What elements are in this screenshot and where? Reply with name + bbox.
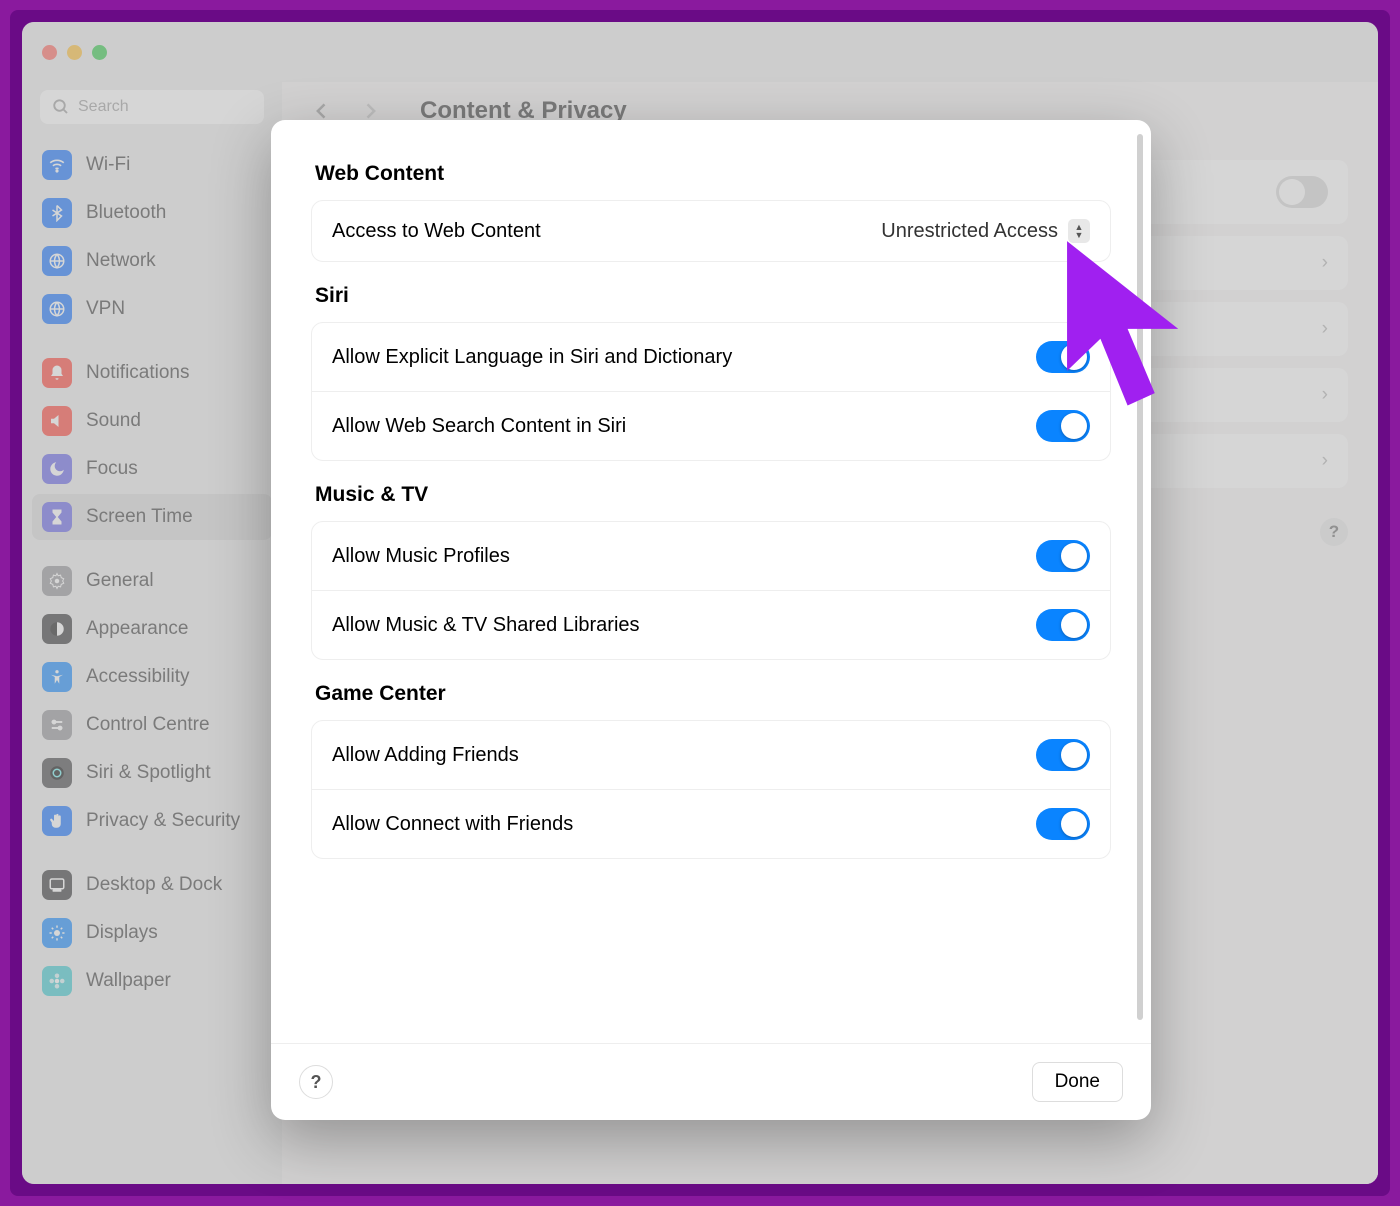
search-icon — [52, 98, 70, 116]
row-label: Allow Music & TV Shared Libraries — [332, 614, 640, 637]
titlebar — [22, 22, 1378, 82]
settings-row: Allow Explicit Language in Siri and Dict… — [312, 323, 1110, 391]
settings-row: Allow Web Search Content in Siri — [312, 391, 1110, 460]
sidebar-item-wallpaper[interactable]: Wallpaper — [32, 958, 272, 1004]
sidebar-item-desktop-dock[interactable]: Desktop & Dock — [32, 862, 272, 908]
row-label: Allow Connect with Friends — [332, 813, 573, 836]
sidebar-item-sound[interactable]: Sound — [32, 398, 272, 444]
settings-row: Allow Adding Friends — [312, 721, 1110, 789]
accessibility-icon — [42, 662, 72, 692]
globe-icon — [42, 294, 72, 324]
flower-icon — [42, 966, 72, 996]
sidebar-item-focus[interactable]: Focus — [32, 446, 272, 492]
toggle-switch[interactable] — [1036, 410, 1090, 442]
sheet-help-button[interactable]: ? — [299, 1065, 333, 1099]
search-input[interactable]: Search — [40, 90, 264, 124]
sidebar-item-label: Network — [86, 250, 156, 272]
sidebar-item-label: Appearance — [86, 618, 188, 640]
sidebar-item-network[interactable]: Network — [32, 238, 272, 284]
web-content-access-select[interactable]: Unrestricted Access ▲▼ — [881, 219, 1090, 243]
sidebar-item-label: Siri & Spotlight — [86, 762, 211, 784]
globe-icon — [42, 246, 72, 276]
sidebar-item-label: Wallpaper — [86, 970, 171, 992]
chevron-right-icon: › — [1322, 252, 1328, 274]
settings-row: Allow Connect with Friends — [312, 789, 1110, 858]
scrollbar[interactable] — [1137, 134, 1143, 1020]
sidebar-item-control-centre[interactable]: Control Centre — [32, 702, 272, 748]
done-button[interactable]: Done — [1032, 1062, 1123, 1102]
switches-icon — [42, 710, 72, 740]
sidebar-item-vpn[interactable]: VPN — [32, 286, 272, 332]
sidebar-item-label: Focus — [86, 458, 138, 480]
sun-icon — [42, 918, 72, 948]
row-label: Allow Web Search Content in Siri — [332, 415, 626, 438]
toggle-switch[interactable] — [1036, 739, 1090, 771]
sidebar-item-notifications[interactable]: Notifications — [32, 350, 272, 396]
row-label: Access to Web Content — [332, 220, 541, 243]
sidebar-item-label: Wi-Fi — [86, 154, 130, 176]
toggle-off-icon[interactable] — [1276, 176, 1328, 208]
content-privacy-sheet: Web Content Access to Web Content Unrestri… — [271, 120, 1151, 1120]
hourglass-icon — [42, 502, 72, 532]
sidebar-item-label: Bluetooth — [86, 202, 166, 224]
appearance-icon — [42, 614, 72, 644]
sidebar-item-label: Desktop & Dock — [86, 874, 222, 896]
sidebar: Search Wi-Fi Bluetooth Network VPN Notificat… — [22, 82, 282, 1184]
toggle-switch[interactable] — [1036, 808, 1090, 840]
speaker-icon — [42, 406, 72, 436]
sidebar-item-label: Sound — [86, 410, 141, 432]
wifi-icon — [42, 150, 72, 180]
minimize-button[interactable] — [67, 45, 82, 60]
sidebar-item-general[interactable]: General — [32, 558, 272, 604]
row-label: Allow Music Profiles — [332, 545, 510, 568]
hand-icon — [42, 806, 72, 836]
maximize-button[interactable] — [92, 45, 107, 60]
sidebar-item-wi-fi[interactable]: Wi-Fi — [32, 142, 272, 188]
sidebar-item-accessibility[interactable]: Accessibility — [32, 654, 272, 700]
updown-icon: ▲▼ — [1068, 219, 1090, 243]
moon-icon — [42, 454, 72, 484]
chevron-right-icon: › — [1322, 318, 1328, 340]
section-title: Web Content — [315, 162, 1111, 186]
sidebar-item-privacy-security[interactable]: Privacy & Security — [32, 798, 272, 844]
sidebar-item-bluetooth[interactable]: Bluetooth — [32, 190, 272, 236]
gear-icon — [42, 566, 72, 596]
sidebar-item-label: Displays — [86, 922, 158, 944]
dock-icon — [42, 870, 72, 900]
sidebar-item-displays[interactable]: Displays — [32, 910, 272, 956]
search-placeholder: Search — [78, 98, 129, 116]
settings-row: Allow Music Profiles — [312, 522, 1110, 590]
sidebar-item-label: Control Centre — [86, 714, 210, 736]
sidebar-item-label: Privacy & Security — [86, 810, 240, 832]
sidebar-item-label: Screen Time — [86, 506, 193, 528]
section-title: Siri — [315, 284, 1111, 308]
toggle-switch[interactable] — [1036, 341, 1090, 373]
sidebar-item-label: Notifications — [86, 362, 190, 384]
siri-icon — [42, 758, 72, 788]
toggle-switch[interactable] — [1036, 540, 1090, 572]
settings-row: Allow Music & TV Shared Libraries — [312, 590, 1110, 659]
sidebar-item-label: VPN — [86, 298, 125, 320]
chevron-right-icon: › — [1322, 384, 1328, 406]
sidebar-item-screen-time[interactable]: Screen Time — [32, 494, 272, 540]
bluetooth-icon — [42, 198, 72, 228]
section-title: Game Center — [315, 682, 1111, 706]
window-controls — [42, 45, 107, 60]
section-title: Music & TV — [315, 483, 1111, 507]
row-label: Allow Explicit Language in Siri and Dict… — [332, 346, 732, 369]
chevron-right-icon: › — [1322, 450, 1328, 472]
row-label: Allow Adding Friends — [332, 744, 519, 767]
sidebar-item-label: General — [86, 570, 154, 592]
settings-row: Access to Web Content Unrestricted Access… — [312, 201, 1110, 261]
help-button[interactable]: ? — [1320, 518, 1348, 546]
sidebar-item-appearance[interactable]: Appearance — [32, 606, 272, 652]
select-value: Unrestricted Access — [881, 220, 1058, 243]
bell-icon — [42, 358, 72, 388]
close-button[interactable] — [42, 45, 57, 60]
sidebar-item-siri-spotlight[interactable]: Siri & Spotlight — [32, 750, 272, 796]
sidebar-item-label: Accessibility — [86, 666, 189, 688]
toggle-switch[interactable] — [1036, 609, 1090, 641]
